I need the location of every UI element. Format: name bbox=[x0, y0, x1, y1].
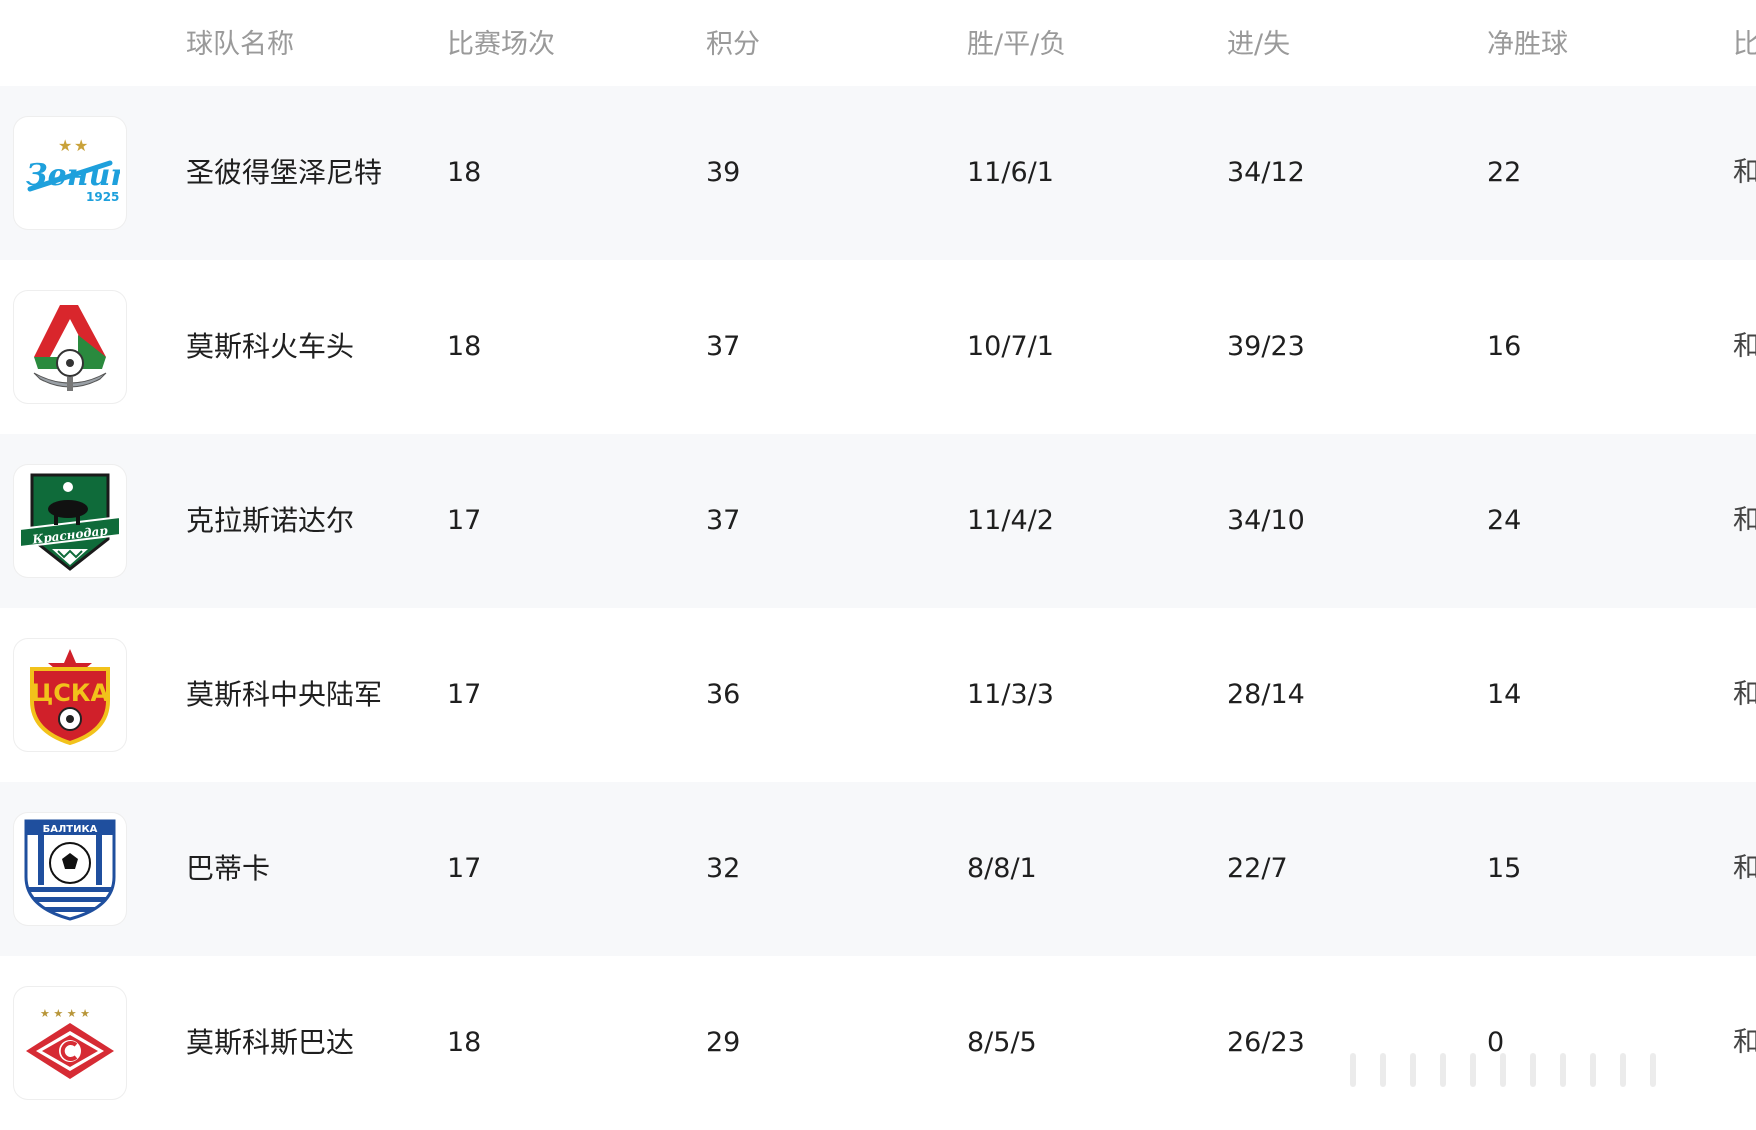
goals-for-against: 22/7 bbox=[1227, 853, 1288, 884]
points: 32 bbox=[706, 853, 741, 884]
goals-for-against: 26/23 bbox=[1227, 1027, 1305, 1058]
team-name[interactable]: 巴蒂卡 bbox=[186, 851, 270, 887]
goal-difference: 14 bbox=[1487, 679, 1522, 710]
matches-played: 18 bbox=[447, 157, 482, 188]
zenit-logo-wordmark: Зенит bbox=[26, 158, 120, 193]
table-row[interactable]: ★ ★ Зенит 1925 圣彼得堡泽尼特 18 39 11/6/1 34/1… bbox=[0, 86, 1756, 260]
svg-text:★: ★ bbox=[58, 136, 72, 155]
zenit-logo-icon: ★ ★ Зенит 1925 bbox=[26, 136, 120, 204]
team-logo[interactable] bbox=[14, 291, 126, 403]
team-logo[interactable]: ЦСКА bbox=[14, 639, 126, 751]
extra-column-value: 和 bbox=[1733, 157, 1756, 188]
extra-column-value: 和 bbox=[1733, 853, 1756, 884]
baltika-logo-icon: БАЛТИКА bbox=[24, 819, 116, 921]
team-logo[interactable]: Краснодар bbox=[14, 465, 126, 577]
svg-text:★: ★ bbox=[74, 136, 88, 155]
points: 39 bbox=[706, 157, 741, 188]
extra-column-value: 和 bbox=[1733, 679, 1756, 710]
baltika-logo-wordmark: БАЛТИКА bbox=[43, 824, 98, 835]
goal-difference: 15 bbox=[1487, 853, 1522, 884]
points: 37 bbox=[706, 505, 741, 536]
team-name[interactable]: 克拉斯诺达尔 bbox=[186, 503, 354, 539]
team-logo[interactable]: ★ ★ Зенит 1925 bbox=[14, 117, 126, 229]
cska-logo-icon: ЦСКА bbox=[30, 649, 110, 745]
standings-table: 球队名称 比赛场次 积分 胜/平/负 进/失 净胜球 比 ★ ★ Зенит 1… bbox=[0, 0, 1756, 1130]
goal-difference: 24 bbox=[1487, 505, 1522, 536]
svg-text:★ ★ ★ ★: ★ ★ ★ ★ bbox=[40, 1007, 90, 1020]
extra-column-value: 和 bbox=[1733, 331, 1756, 362]
goals-for-against: 34/10 bbox=[1227, 505, 1305, 536]
watermark-bars bbox=[1350, 1050, 1750, 1090]
points: 36 bbox=[706, 679, 741, 710]
table-row[interactable]: ★ ★ ★ ★ 莫斯科斯巴达 18 29 8/5/5 26/23 0 和 bbox=[0, 956, 1756, 1130]
matches-played: 17 bbox=[447, 853, 482, 884]
win-draw-loss: 8/8/1 bbox=[967, 853, 1037, 884]
win-draw-loss: 11/3/3 bbox=[967, 679, 1054, 710]
lokomotiv-logo-icon bbox=[33, 305, 107, 391]
points: 29 bbox=[706, 1027, 741, 1058]
krasnodar-logo-icon: Краснодар bbox=[19, 473, 121, 571]
team-name[interactable]: 莫斯科火车头 bbox=[186, 329, 354, 365]
header-points[interactable]: 积分 bbox=[706, 22, 760, 61]
team-name[interactable]: 莫斯科斯巴达 bbox=[186, 1025, 354, 1061]
team-name[interactable]: 莫斯科中央陆军 bbox=[186, 677, 382, 713]
win-draw-loss: 10/7/1 bbox=[967, 331, 1054, 362]
win-draw-loss: 8/5/5 bbox=[967, 1027, 1037, 1058]
matches-played: 18 bbox=[447, 1027, 482, 1058]
matches-played: 17 bbox=[447, 679, 482, 710]
table-row[interactable]: БАЛТИКА 巴蒂卡 17 32 8/8/1 22/7 15 和 bbox=[0, 782, 1756, 956]
team-logo[interactable]: ★ ★ ★ ★ bbox=[14, 987, 126, 1099]
header-goals-for-against[interactable]: 进/失 bbox=[1227, 22, 1290, 61]
header-team-name[interactable]: 球队名称 bbox=[186, 22, 294, 61]
goals-for-against: 39/23 bbox=[1227, 331, 1305, 362]
header-extra-column[interactable]: 比 bbox=[1733, 22, 1756, 61]
goal-difference: 16 bbox=[1487, 331, 1522, 362]
matches-played: 18 bbox=[447, 331, 482, 362]
header-goal-difference[interactable]: 净胜球 bbox=[1487, 22, 1568, 61]
header-win-draw-loss[interactable]: 胜/平/负 bbox=[967, 22, 1066, 61]
goal-difference: 22 bbox=[1487, 157, 1522, 188]
table-header: 球队名称 比赛场次 积分 胜/平/负 进/失 净胜球 比 bbox=[0, 0, 1756, 86]
spartak-logo-icon: ★ ★ ★ ★ bbox=[26, 1007, 114, 1079]
table-row[interactable]: Краснодар 克拉斯诺达尔 17 37 11/4/2 34/10 24 和 bbox=[0, 434, 1756, 608]
table-row[interactable]: 莫斯科火车头 18 37 10/7/1 39/23 16 和 bbox=[0, 260, 1756, 434]
header-matches-played[interactable]: 比赛场次 bbox=[447, 22, 555, 61]
win-draw-loss: 11/6/1 bbox=[967, 157, 1054, 188]
points: 37 bbox=[706, 331, 741, 362]
win-draw-loss: 11/4/2 bbox=[967, 505, 1054, 536]
matches-played: 17 bbox=[447, 505, 482, 536]
cska-logo-wordmark: ЦСКА bbox=[31, 679, 109, 707]
team-logo[interactable]: БАЛТИКА bbox=[14, 813, 126, 925]
table-row[interactable]: ЦСКА 莫斯科中央陆军 17 36 11/3/3 28/14 14 和 bbox=[0, 608, 1756, 782]
zenit-logo-year: 1925 bbox=[86, 190, 119, 204]
team-name[interactable]: 圣彼得堡泽尼特 bbox=[186, 155, 382, 191]
goals-for-against: 34/12 bbox=[1227, 157, 1305, 188]
extra-column-value: 和 bbox=[1733, 505, 1756, 536]
goals-for-against: 28/14 bbox=[1227, 679, 1305, 710]
